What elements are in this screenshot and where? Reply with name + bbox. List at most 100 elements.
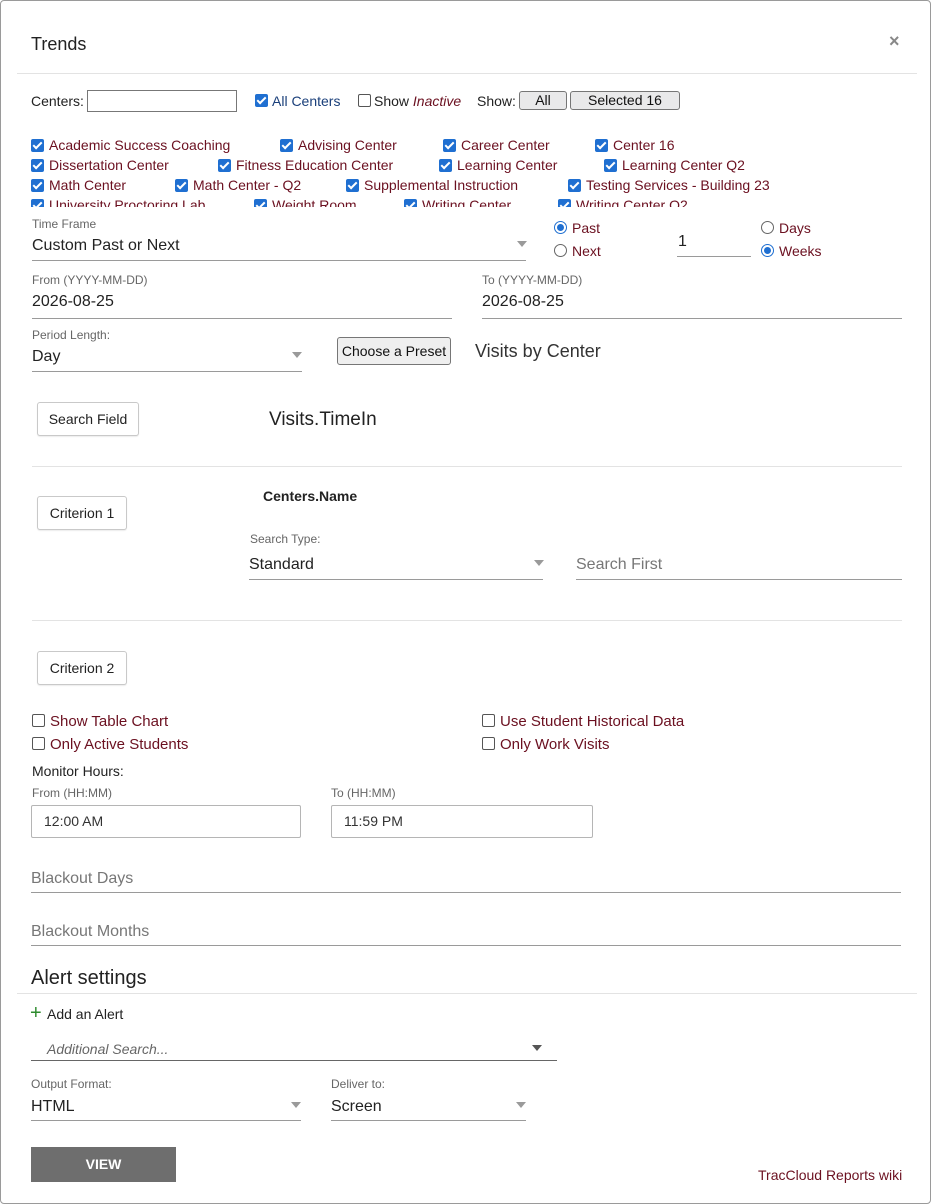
centers-search-input[interactable] (87, 90, 237, 112)
close-icon[interactable]: × (889, 31, 900, 52)
criterion-1-button[interactable]: Criterion 1 (37, 496, 127, 530)
deliver-to-label: Deliver to: (331, 1077, 386, 1091)
criterion-2-button[interactable]: Criterion 2 (37, 651, 127, 685)
show-inactive-checkbox[interactable] (358, 94, 371, 107)
center-item[interactable]: Dissertation Center (31, 157, 169, 173)
reports-wiki-link[interactable]: TracCloud Reports wiki (758, 1167, 902, 1183)
only-work-visits-checkbox[interactable] (482, 737, 495, 750)
choose-preset-button[interactable]: Choose a Preset (337, 337, 451, 365)
center-item[interactable]: Testing Services - Building 23 (568, 177, 770, 193)
center-item[interactable]: Weight Room (254, 197, 357, 207)
blackout-days-input[interactable]: Blackout Days (31, 870, 133, 888)
monitor-to-input[interactable]: 11:59 PM (331, 805, 593, 838)
period-length-select[interactable]: Day (32, 348, 60, 366)
center-checkbox[interactable] (443, 139, 456, 152)
monitor-from-input[interactable]: 12:00 AM (31, 805, 301, 838)
center-checkbox[interactable] (280, 139, 293, 152)
center-checkbox[interactable] (218, 159, 231, 172)
to-date-label: To (YYYY-MM-DD) (482, 273, 583, 287)
chevron-down-icon (292, 352, 302, 358)
deliver-to-select[interactable]: Screen (331, 1098, 382, 1116)
add-icon[interactable]: + (30, 1002, 42, 1024)
inactive-word: Inactive (412, 93, 462, 109)
all-centers-checkbox[interactable] (255, 94, 268, 107)
center-checkbox[interactable] (346, 179, 359, 192)
center-checkbox[interactable] (568, 179, 581, 192)
period-length-underline (32, 371, 302, 372)
center-checkbox[interactable] (175, 179, 188, 192)
add-alert-link[interactable]: Add an Alert (47, 1006, 123, 1022)
center-checkbox[interactable] (604, 159, 617, 172)
show-table-chart-label: Show Table Chart (50, 713, 169, 730)
center-item[interactable]: Learning Center Q2 (604, 157, 745, 173)
chevron-down-icon (517, 241, 527, 247)
section-divider (32, 620, 902, 621)
center-item[interactable]: Supplemental Instruction (346, 177, 518, 193)
to-date-input[interactable]: 2026-08-25 (482, 293, 564, 311)
center-item[interactable]: Learning Center (439, 157, 557, 173)
dialog-title: Trends (31, 34, 87, 54)
amount-underline (677, 256, 751, 257)
section-divider (32, 466, 902, 467)
days-radio[interactable] (761, 221, 774, 234)
search-type-select[interactable]: Standard (249, 556, 314, 574)
center-item[interactable]: Academic Success Coaching (31, 137, 230, 153)
additional-search-underline (31, 1060, 557, 1061)
view-button[interactable]: VIEW (31, 1147, 176, 1182)
center-item[interactable]: Fitness Education Center (218, 157, 393, 173)
alert-settings-heading: Alert settings (31, 967, 147, 989)
show-prefix-label: Show: (477, 93, 516, 109)
past-radio[interactable] (554, 221, 567, 234)
next-radio[interactable] (554, 244, 567, 257)
use-student-historical-checkbox[interactable] (482, 714, 495, 727)
center-checkbox[interactable] (31, 199, 44, 207)
chevron-down-icon (532, 1045, 542, 1051)
chevron-down-icon (534, 560, 544, 566)
criterion-1-field: Centers.Name (263, 488, 358, 504)
only-active-students-checkbox[interactable] (32, 737, 45, 750)
center-checkbox[interactable] (31, 159, 44, 172)
only-work-visits-label: Only Work Visits (500, 736, 610, 753)
center-checkbox[interactable] (439, 159, 452, 172)
show-inactive-label: Show Inactive (374, 93, 461, 109)
time-frame-label: Time Frame (32, 217, 97, 231)
show-selected-button[interactable]: Selected 16 (570, 91, 680, 110)
from-date-label: From (YYYY-MM-DD) (32, 273, 148, 287)
center-item[interactable]: Career Center (443, 137, 550, 153)
center-item[interactable]: University Proctoring Lab (31, 197, 205, 207)
output-format-label: Output Format: (31, 1077, 112, 1091)
center-checkbox[interactable] (404, 199, 417, 207)
time-frame-select[interactable]: Custom Past or Next (32, 237, 180, 255)
output-format-select[interactable]: HTML (31, 1098, 75, 1116)
center-item[interactable]: Advising Center (280, 137, 397, 153)
monitor-hours-label: Monitor Hours: (32, 763, 124, 779)
weeks-label: Weeks (779, 243, 822, 259)
amount-input[interactable]: 1 (678, 233, 687, 251)
center-checkbox[interactable] (31, 139, 44, 152)
only-active-students-label: Only Active Students (50, 736, 189, 753)
next-label: Next (572, 243, 601, 259)
search-type-underline (249, 579, 543, 580)
center-checkbox[interactable] (595, 139, 608, 152)
show-all-button[interactable]: All (519, 91, 567, 110)
search-field-button[interactable]: Search Field (37, 402, 139, 436)
search-first-input[interactable]: Search First (576, 556, 662, 574)
center-item[interactable]: Math Center (31, 177, 126, 193)
center-item[interactable]: Writing Center (404, 197, 511, 207)
additional-search-select[interactable]: Additional Search... (47, 1041, 168, 1057)
search-type-label: Search Type: (250, 532, 321, 546)
blackout-months-input[interactable]: Blackout Months (31, 923, 149, 941)
center-item[interactable]: Center 16 (595, 137, 674, 153)
center-checkbox[interactable] (558, 199, 571, 207)
days-label: Days (779, 220, 811, 236)
weeks-radio[interactable] (761, 244, 774, 257)
blackout-days-underline (31, 892, 901, 893)
from-date-input[interactable]: 2026-08-25 (32, 293, 114, 311)
blackout-months-underline (31, 945, 901, 946)
center-checkbox[interactable] (254, 199, 267, 207)
center-item[interactable]: Math Center - Q2 (175, 177, 301, 193)
output-format-underline (31, 1120, 301, 1121)
center-item[interactable]: Writing Center Q2 (558, 197, 688, 207)
center-checkbox[interactable] (31, 179, 44, 192)
show-table-chart-checkbox[interactable] (32, 714, 45, 727)
